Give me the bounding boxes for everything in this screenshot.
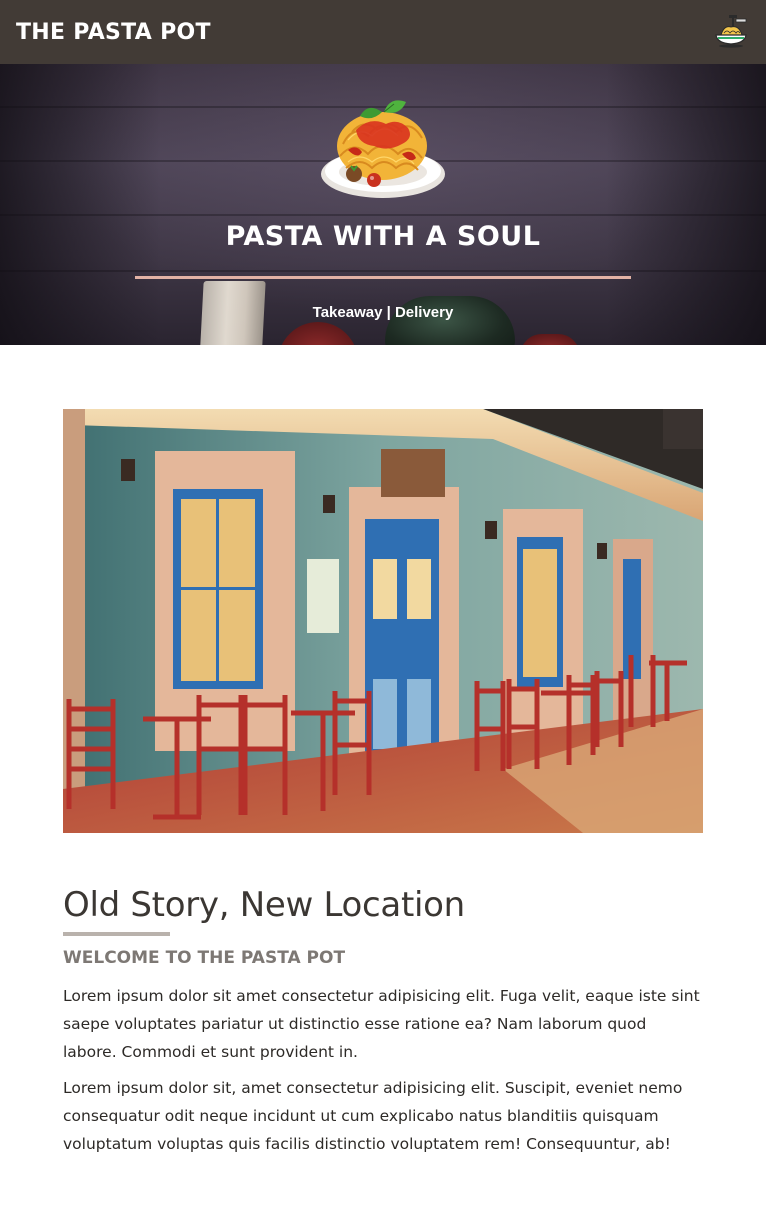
intro-paragraph: Lorem ipsum dolor sit amet consectetur a… <box>63 987 700 1061</box>
tomato-decoration <box>278 322 358 345</box>
hero-title: PASTA WITH A SOUL <box>225 221 541 252</box>
intro-paragraph: Lorem ipsum dolor sit, amet consectetur … <box>63 1079 683 1153</box>
section-title-underline <box>63 932 170 936</box>
brand-logo-link[interactable]: THE PASTA POT <box>16 20 211 45</box>
outdoor-cafe-photo <box>63 409 703 833</box>
hero-divider <box>135 276 631 279</box>
pasta-plate-icon <box>321 100 445 198</box>
section-title: Old Story, New Location <box>63 885 465 925</box>
section-kicker: WELCOME TO THE PASTA POT <box>63 948 346 968</box>
spaghetti-plate-icon[interactable] <box>712 13 750 51</box>
hero-subtitle: Takeaway | Delivery <box>312 304 454 321</box>
hero-banner: PASTA WITH A SOUL Takeaway | Delivery <box>0 64 766 345</box>
top-navbar: THE PASTA POT <box>0 0 766 64</box>
tomato-decoration <box>520 334 580 345</box>
